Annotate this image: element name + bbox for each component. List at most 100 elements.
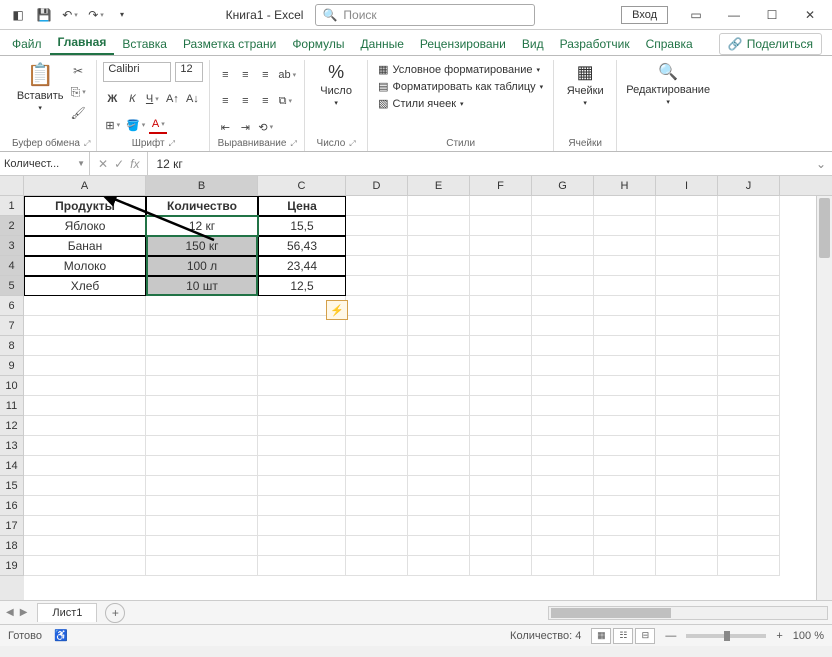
cell[interactable]: Яблоко xyxy=(24,216,146,236)
col-header-H[interactable]: H xyxy=(594,176,656,195)
cell[interactable] xyxy=(346,356,408,376)
cell[interactable] xyxy=(346,376,408,396)
cell[interactable] xyxy=(718,416,780,436)
underline-button[interactable]: Ч xyxy=(143,90,161,108)
row-header-6[interactable]: 6 xyxy=(0,296,24,316)
cell[interactable] xyxy=(718,376,780,396)
quick-analysis-icon[interactable]: ⚡ xyxy=(326,300,348,320)
cell[interactable] xyxy=(656,496,718,516)
cell[interactable] xyxy=(24,416,146,436)
wrap-text-icon[interactable]: ab xyxy=(276,66,298,84)
cell[interactable] xyxy=(594,456,656,476)
cell[interactable] xyxy=(146,516,258,536)
cell[interactable] xyxy=(470,496,532,516)
row-header-3[interactable]: 3 xyxy=(0,236,24,256)
cell[interactable] xyxy=(656,216,718,236)
cell[interactable] xyxy=(346,516,408,536)
cancel-formula-icon[interactable]: ✕ xyxy=(98,157,108,171)
col-header-I[interactable]: I xyxy=(656,176,718,195)
increase-indent-icon[interactable]: ⇥ xyxy=(236,118,254,136)
cell[interactable] xyxy=(346,396,408,416)
cell[interactable] xyxy=(532,556,594,576)
cell[interactable] xyxy=(656,476,718,496)
cell[interactable] xyxy=(656,236,718,256)
cell[interactable] xyxy=(532,256,594,276)
cell[interactable] xyxy=(718,456,780,476)
font-color-icon[interactable]: A xyxy=(149,116,167,134)
cell[interactable] xyxy=(470,456,532,476)
cell[interactable] xyxy=(470,256,532,276)
cell[interactable] xyxy=(258,436,346,456)
align-center-icon[interactable]: ≡ xyxy=(236,92,254,110)
align-top-icon[interactable]: ≡ xyxy=(216,66,234,84)
cut-icon[interactable]: ✂ xyxy=(69,62,87,80)
bold-button[interactable]: Ж xyxy=(103,90,121,108)
font-launcher-icon[interactable]: ⤢ xyxy=(169,139,175,149)
row-header-7[interactable]: 7 xyxy=(0,316,24,336)
tab-home[interactable]: Главная xyxy=(50,31,115,55)
cell[interactable] xyxy=(718,316,780,336)
cell[interactable] xyxy=(408,436,470,456)
cell[interactable] xyxy=(408,496,470,516)
borders-icon[interactable]: ⊞ xyxy=(103,116,122,134)
row-header-11[interactable]: 11 xyxy=(0,396,24,416)
cell[interactable] xyxy=(146,316,258,336)
cell[interactable] xyxy=(594,516,656,536)
cell[interactable]: 12,5 xyxy=(258,276,346,296)
cell[interactable] xyxy=(470,556,532,576)
cell[interactable]: Цена xyxy=(258,196,346,216)
cell[interactable]: Продукты xyxy=(24,196,146,216)
cell[interactable] xyxy=(408,256,470,276)
cell[interactable] xyxy=(718,556,780,576)
cell[interactable] xyxy=(146,376,258,396)
row-header-17[interactable]: 17 xyxy=(0,516,24,536)
row-header-13[interactable]: 13 xyxy=(0,436,24,456)
row-header-14[interactable]: 14 xyxy=(0,456,24,476)
row-header-5[interactable]: 5 xyxy=(0,276,24,296)
cell[interactable] xyxy=(718,236,780,256)
cell[interactable] xyxy=(258,516,346,536)
cell[interactable] xyxy=(470,396,532,416)
cell[interactable] xyxy=(24,436,146,456)
col-header-F[interactable]: F xyxy=(470,176,532,195)
format-painter-icon[interactable]: 🖌 xyxy=(69,104,87,122)
cell[interactable] xyxy=(594,276,656,296)
cell[interactable] xyxy=(408,236,470,256)
cell[interactable] xyxy=(532,336,594,356)
cell[interactable] xyxy=(532,416,594,436)
cell[interactable] xyxy=(346,316,408,336)
page-layout-view-icon[interactable]: ☷ xyxy=(613,628,633,644)
search-box[interactable]: 🔍 Поиск xyxy=(315,4,535,26)
cell[interactable] xyxy=(532,476,594,496)
row-header-15[interactable]: 15 xyxy=(0,476,24,496)
fill-color-icon[interactable]: 🪣 xyxy=(124,116,147,134)
cell[interactable] xyxy=(346,496,408,516)
cell[interactable] xyxy=(408,216,470,236)
zoom-out-button[interactable]: — xyxy=(665,630,676,642)
cell[interactable] xyxy=(346,436,408,456)
cell[interactable] xyxy=(718,496,780,516)
cell[interactable] xyxy=(718,296,780,316)
cell[interactable] xyxy=(532,496,594,516)
cell[interactable] xyxy=(718,476,780,496)
cell[interactable] xyxy=(408,516,470,536)
tab-file[interactable]: Файл xyxy=(4,33,50,55)
page-break-view-icon[interactable]: ⊟ xyxy=(635,628,655,644)
cell[interactable] xyxy=(146,296,258,316)
cell[interactable] xyxy=(24,296,146,316)
cell[interactable] xyxy=(470,296,532,316)
cell[interactable] xyxy=(656,416,718,436)
cell[interactable] xyxy=(594,236,656,256)
cell[interactable] xyxy=(346,296,408,316)
col-header-B[interactable]: B xyxy=(146,176,258,195)
cell[interactable]: 150 кг xyxy=(146,236,258,256)
sheet-prev-icon[interactable]: ◀ xyxy=(6,607,14,618)
expand-formula-bar-icon[interactable]: ⌄ xyxy=(810,157,832,171)
cell[interactable]: Молоко xyxy=(24,256,146,276)
ribbon-options-icon[interactable]: ▭ xyxy=(678,1,714,29)
cell[interactable]: Хлеб xyxy=(24,276,146,296)
cell[interactable] xyxy=(408,416,470,436)
cell[interactable] xyxy=(532,436,594,456)
login-button[interactable]: Вход xyxy=(621,6,668,24)
cell[interactable] xyxy=(656,456,718,476)
